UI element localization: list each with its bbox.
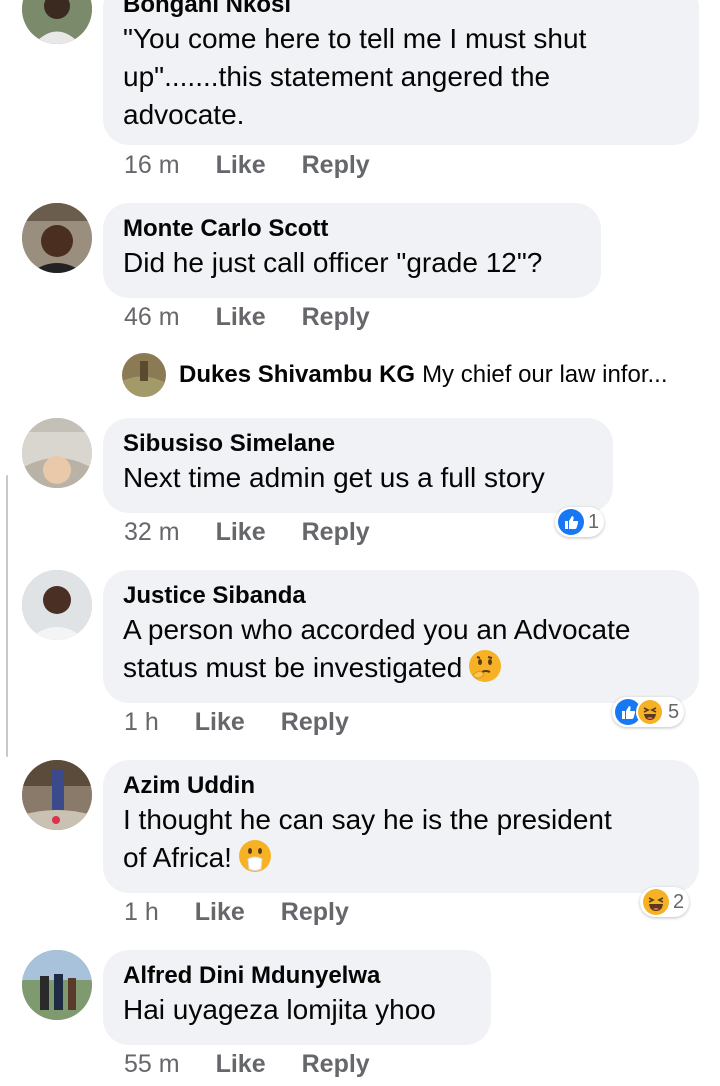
comment-text: I thought he can say he is the president… (123, 801, 679, 877)
comment-actions: 1 h Like Reply (124, 707, 349, 737)
comment-timestamp[interactable]: 1 h (124, 707, 159, 737)
reply-avatar[interactable] (122, 353, 166, 397)
reply-button[interactable]: Reply (302, 302, 370, 332)
comment-timestamp[interactable]: 1 h (124, 897, 159, 927)
comment-author[interactable]: Justice Sibanda (123, 581, 679, 611)
avatar[interactable] (22, 0, 92, 44)
reaction-summary[interactable]: 5 (612, 697, 685, 727)
reaction-summary[interactable]: 2 (640, 887, 690, 917)
comment-text-line: "You come here to tell me I must shut (123, 23, 587, 54)
avatar[interactable] (22, 570, 92, 640)
like-button[interactable]: Like (216, 150, 266, 180)
comment-text: "You come here to tell me I must shut up… (123, 20, 679, 134)
comment-timestamp[interactable]: 46 m (124, 302, 180, 332)
comment-text-line: of Africa! (123, 842, 232, 873)
comment-text-line: advocate. (123, 99, 245, 130)
reply-button[interactable]: Reply (281, 707, 349, 737)
comment-author[interactable]: Monte Carlo Scott (123, 214, 581, 244)
comment-actions: 1 h Like Reply (124, 897, 349, 927)
comment-author[interactable]: Alfred Dini Mdunyelwa (123, 961, 471, 991)
comment-bubble[interactable]: Azim Uddin I thought he can say he is th… (103, 760, 699, 893)
comment-text-line: I thought he can say he is the president (123, 804, 612, 835)
comment-actions: 55 m Like Reply (124, 1049, 370, 1079)
comment-text: Next time admin get us a full story (123, 459, 593, 497)
reply-author[interactable]: Dukes Shivambu KG (179, 361, 415, 389)
reaction-count: 5 (668, 700, 680, 723)
haha-icon (636, 698, 664, 726)
comment-author[interactable]: Sibusiso Simelane (123, 429, 593, 459)
comment-bubble[interactable]: Sibusiso Simelane Next time admin get us… (103, 418, 613, 513)
avatar[interactable] (22, 760, 92, 830)
comment-bubble[interactable]: Justice Sibanda A person who accorded yo… (103, 570, 699, 703)
like-button[interactable]: Like (216, 1049, 266, 1079)
avatar[interactable] (22, 418, 92, 488)
reply-button[interactable]: Reply (281, 897, 349, 927)
reply-button[interactable]: Reply (302, 150, 370, 180)
comment-text: Hai uyageza lomjita yhoo (123, 991, 471, 1029)
comment-timestamp[interactable]: 16 m (124, 150, 180, 180)
reaction-summary[interactable]: 1 (555, 507, 605, 537)
hand-over-mouth-icon (238, 839, 272, 873)
avatar[interactable] (22, 950, 92, 1020)
comment-author[interactable]: Bongani Nkosi (123, 0, 679, 20)
reaction-count: 1 (588, 510, 600, 533)
comment-bubble[interactable]: Monte Carlo Scott Did he just call offic… (103, 203, 601, 298)
like-button[interactable]: Like (216, 302, 266, 332)
comment-text-line: Next time admin get us a full story (123, 462, 545, 493)
comment-author[interactable]: Azim Uddin (123, 771, 679, 801)
comment-actions: 46 m Like Reply (124, 302, 370, 332)
comment-text-line: A person who accorded you an Advocate (123, 614, 631, 645)
reaction-count: 2 (673, 890, 685, 913)
reply-button[interactable]: Reply (302, 517, 370, 547)
scroll-indicator (6, 475, 8, 757)
comment-text: A person who accorded you an Advocate st… (123, 611, 679, 687)
thinking-face-icon (468, 649, 502, 683)
comment-text-line: status must be investigated (123, 652, 463, 683)
like-button[interactable]: Like (216, 517, 266, 547)
comment-text-line: Hai uyageza lomjita yhoo (123, 994, 436, 1025)
comment-text-line: Did he just call officer "grade 12"? (123, 247, 543, 278)
comment-timestamp[interactable]: 55 m (124, 1049, 180, 1079)
comment-actions: 16 m Like Reply (124, 150, 370, 180)
like-icon (558, 509, 584, 535)
reply-button[interactable]: Reply (302, 1049, 370, 1079)
reply-preview[interactable]: Dukes Shivambu KG My chief our law infor… (122, 353, 668, 397)
like-button[interactable]: Like (195, 707, 245, 737)
comment-bubble[interactable]: Bongani Nkosi "You come here to tell me … (103, 0, 699, 145)
comment-timestamp[interactable]: 32 m (124, 517, 180, 547)
comment-bubble[interactable]: Alfred Dini Mdunyelwa Hai uyageza lomjit… (103, 950, 491, 1045)
comment-text-line: up".......this statement angered the (123, 61, 551, 92)
reply-text: My chief our law infor... (422, 361, 668, 388)
like-button[interactable]: Like (195, 897, 245, 927)
haha-icon (643, 889, 669, 915)
avatar[interactable] (22, 203, 92, 273)
comment-actions: 32 m Like Reply (124, 517, 370, 547)
comment-text: Did he just call officer "grade 12"? (123, 244, 581, 282)
